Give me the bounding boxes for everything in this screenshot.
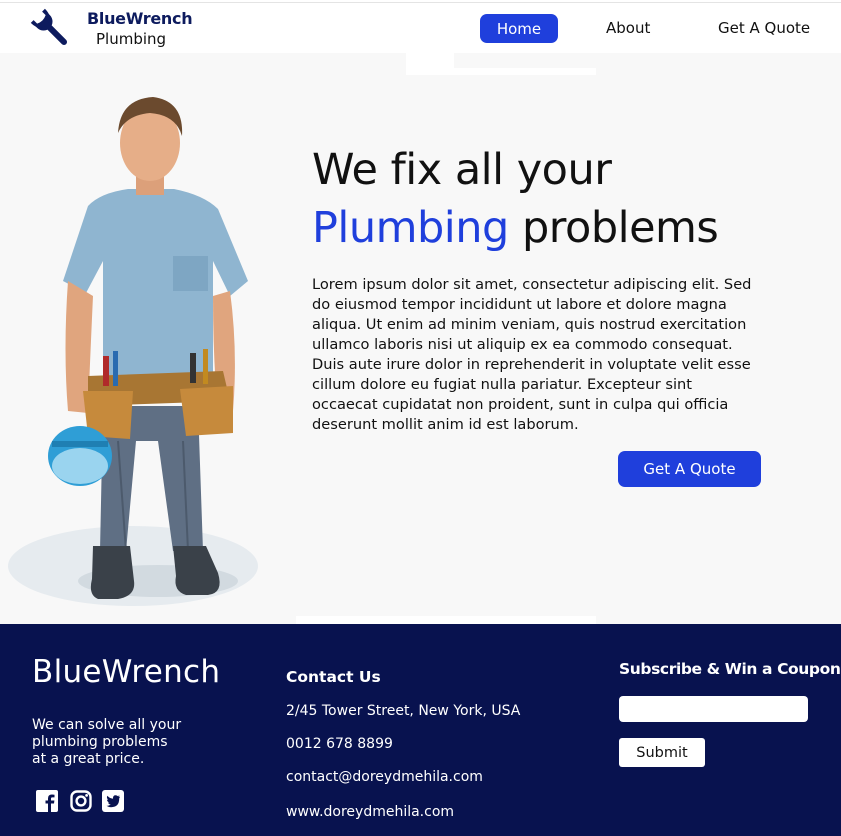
footer-tagline-line: plumbing problems — [32, 734, 168, 750]
site-footer: BlueWrench We can solve all your plumbin… — [0, 624, 841, 836]
site-header: BlueWrench Plumbing Home About Get A Quo… — [0, 2, 841, 54]
hero-description: Lorem ipsum dolor sit amet, consectetur … — [312, 276, 752, 433]
footer-tagline: We can solve all your plumbing problems … — [32, 717, 232, 768]
instagram-icon[interactable] — [70, 790, 92, 812]
contact-address: 2/45 Tower Street, New York, USA — [286, 703, 521, 719]
footer-brand: BlueWrench — [32, 654, 221, 690]
footer-tagline-line: at a great price. — [32, 751, 145, 767]
plumber-image — [8, 97, 258, 606]
nav-home-button[interactable]: Home — [480, 14, 558, 43]
footer-tagline-line: We can solve all your — [32, 717, 182, 733]
contact-email[interactable]: contact@doreydmehila.com — [286, 769, 483, 785]
hero-headline-accent: Plumbing — [312, 203, 509, 253]
hero-section: We fix all your Plumbing problems Lorem … — [0, 53, 841, 624]
subscribe-submit-button[interactable]: Submit — [619, 738, 705, 767]
hero-headline-line1: We fix all your — [312, 145, 612, 195]
background-patch — [454, 53, 596, 75]
get-a-quote-button[interactable]: Get A Quote — [618, 451, 761, 487]
contact-heading: Contact Us — [286, 668, 381, 686]
facebook-icon[interactable] — [36, 790, 58, 812]
hero-headline-line2: Plumbing problems — [312, 203, 719, 253]
brand-subtitle: Plumbing — [96, 30, 167, 48]
nav-get-a-quote-link[interactable]: Get A Quote — [718, 19, 810, 37]
background-patch — [296, 610, 596, 624]
background-patch — [406, 53, 454, 75]
wrench-icon[interactable] — [30, 8, 74, 52]
contact-website[interactable]: www.doreydmehila.com — [286, 804, 454, 820]
subscribe-email-input[interactable] — [619, 696, 808, 722]
brand-name[interactable]: BlueWrench — [87, 9, 193, 28]
hero-headline-rest: problems — [521, 203, 719, 253]
twitter-icon[interactable] — [102, 790, 124, 812]
nav-about-link[interactable]: About — [606, 19, 650, 37]
contact-phone[interactable]: 0012 678 8899 — [286, 736, 393, 752]
subscribe-heading: Subscribe & Win a Coupon — [619, 660, 841, 678]
